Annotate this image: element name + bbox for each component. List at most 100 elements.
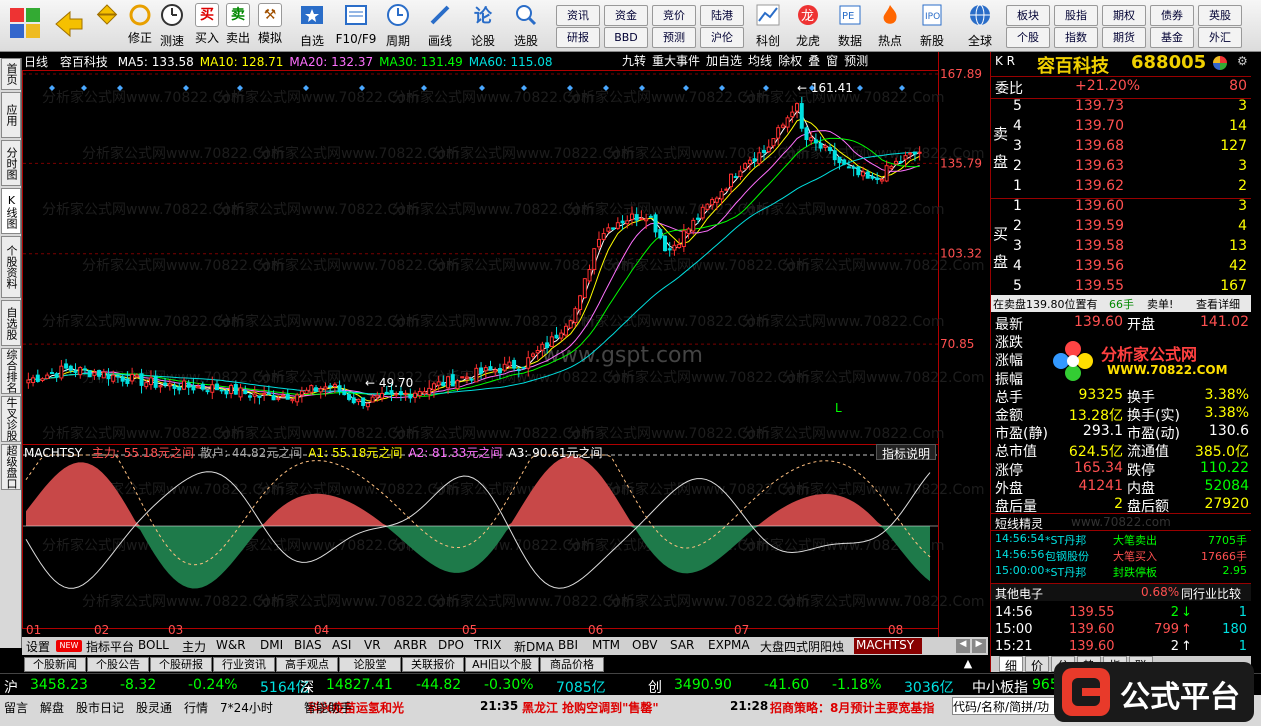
short-line-item[interactable]: 15:00:00 *ST丹邦 封跌停板 2.95 [991, 564, 1251, 580]
status-item-5[interactable]: 7*24小时 [220, 699, 273, 716]
status-item-1[interactable]: 解盘 [40, 699, 64, 716]
small-btn-4[interactable]: 研报 [556, 27, 600, 48]
short-line-item[interactable]: 14:56:56 包钢股份 大笔买入 17666手 [991, 548, 1251, 564]
expand-up-icon[interactable]: ▲ [960, 657, 976, 672]
news-tab-2[interactable]: 个股研报 [150, 657, 212, 672]
status-item-3[interactable]: 股灵通 [136, 699, 172, 716]
discuss-button[interactable]: 论 论股 [466, 3, 500, 49]
news-ticker-3[interactable]: 招商策略：8月预计主要宽基指 [770, 699, 950, 716]
indicator-tab-11[interactable]: TRIX [472, 638, 512, 654]
indicator-tab-16[interactable]: SAR [668, 638, 706, 654]
news-tab-6[interactable]: 关联报价 [402, 657, 464, 672]
indicator-tab-4[interactable]: W&R [214, 638, 258, 654]
quote-tab-1[interactable]: 价 [1025, 656, 1049, 673]
ipo-button[interactable]: IPO 新股 [914, 3, 950, 49]
watchlist-button[interactable]: 自选 [296, 3, 328, 49]
star-market-button[interactable]: 科创 [750, 3, 786, 49]
small-btn2-3[interactable]: 债券 [1150, 5, 1194, 26]
chart-tool-1[interactable]: 重大事件 [652, 54, 700, 68]
indicator-tab-7[interactable]: ASI [330, 638, 362, 654]
status-item-2[interactable]: 股市日记 [76, 699, 124, 716]
side-tab-3[interactable]: K线图 [1, 188, 21, 234]
data-button[interactable]: PE 数据 [832, 3, 868, 49]
indicator-tab-10[interactable]: DPO [436, 638, 472, 654]
buy-button[interactable]: 买 买入 [193, 3, 221, 49]
chart-tool-4[interactable]: 除权 [778, 54, 802, 68]
side-tab-2[interactable]: 分时图 [1, 140, 21, 186]
indicator-tab-18[interactable]: 大盘四式阴阳烛 [758, 638, 854, 654]
indicator-tab-8[interactable]: VR [362, 638, 392, 654]
small-btn-3[interactable]: 陆港 [700, 5, 744, 26]
side-tab-4[interactable]: 个股资料 [1, 236, 21, 298]
scroll-right-icon[interactable]: ▶ [972, 639, 986, 653]
period-label[interactable]: 日线 [24, 55, 48, 69]
chart-tool-3[interactable]: 均线 [748, 54, 772, 68]
pie-icon[interactable] [1213, 56, 1227, 70]
back-arrow-icon[interactable] [54, 8, 84, 40]
status-item-4[interactable]: 行情 [184, 699, 208, 716]
indicator-tab-15[interactable]: OBV [630, 638, 668, 654]
side-tab-0[interactable]: 首页 [1, 58, 21, 90]
side-tab-1[interactable]: 应用 [1, 92, 21, 138]
indicator-tab-0[interactable]: 设置 [24, 638, 56, 654]
small-btn2-5[interactable]: 个股 [1006, 27, 1050, 48]
small-btn-5[interactable]: BBD [604, 27, 648, 48]
news-ticker-2[interactable]: 黑龙江 抢购空调到"售罄" [522, 699, 659, 716]
scroll-left-icon[interactable]: ◀ [956, 639, 970, 653]
small-btn2-7[interactable]: 期货 [1102, 27, 1146, 48]
small-btn2-4[interactable]: 英股 [1198, 5, 1242, 26]
side-tab-5[interactable]: 自选股 [1, 300, 21, 346]
small-btn-7[interactable]: 沪伦 [700, 27, 744, 48]
chart-tool-6[interactable]: 窗 [826, 54, 838, 68]
chart-tool-0[interactable]: 九转 [622, 54, 646, 68]
simulate-button[interactable]: ⚒ 模拟 [255, 3, 285, 49]
more-icon[interactable]: ⚙ [1237, 54, 1248, 68]
indicator-tab-13[interactable]: BBI [556, 638, 590, 654]
indicator-tab-14[interactable]: MTM [590, 638, 630, 654]
small-btn2-2[interactable]: 期权 [1102, 5, 1146, 26]
indicator-tab-2[interactable]: BOLL [136, 638, 180, 654]
indicator-tab-9[interactable]: ARBR [392, 638, 436, 654]
indicator-tab-12[interactable]: 新DMA [512, 638, 556, 654]
indicator-tab-3[interactable]: 主力 [180, 638, 214, 654]
news-tab-0[interactable]: 个股新闻 [24, 657, 86, 672]
stock-picker-button[interactable]: 选股 [506, 3, 546, 49]
chart-tool-7[interactable]: 预测 [844, 54, 868, 68]
short-line-item[interactable]: 14:56:54 *ST丹邦 大笔卖出 7705手 [991, 532, 1251, 548]
code-search-input[interactable]: 代码/名称/简拼/功 [952, 697, 1062, 715]
side-tab-6[interactable]: 综合排名 [1, 348, 21, 394]
small-btn2-1[interactable]: 股指 [1054, 5, 1098, 26]
small-btn2-8[interactable]: 基金 [1150, 27, 1194, 48]
correct-button[interactable]: 修正 [124, 3, 156, 49]
period-button[interactable]: 周期 [380, 3, 416, 49]
small-btn2-0[interactable]: 板块 [1006, 5, 1050, 26]
small-btn-1[interactable]: 资金 [604, 5, 648, 26]
status-item-6[interactable]: 智能助手 [304, 699, 352, 716]
global-button[interactable]: 全球 [960, 3, 1000, 49]
news-tab-8[interactable]: 商品价格 [540, 657, 604, 672]
small-btn2-9[interactable]: 外汇 [1198, 27, 1242, 48]
f10-button[interactable]: F10/F9 [334, 3, 378, 49]
speed-test-button[interactable]: 测速 [156, 3, 188, 49]
sell-button[interactable]: 卖 卖出 [224, 3, 252, 49]
news-tab-5[interactable]: 论股堂 [339, 657, 401, 672]
indicator-tab-6[interactable]: BIAS [292, 638, 330, 654]
dragon-tiger-button[interactable]: 龙 龙虎 [790, 3, 826, 49]
draw-line-button[interactable]: 画线 [422, 3, 458, 49]
indicator-tab-19[interactable]: MACHTSY [854, 638, 922, 654]
small-btn-0[interactable]: 资讯 [556, 5, 600, 26]
app-logo-icon[interactable] [8, 6, 42, 40]
indicator-tab-17[interactable]: EXPMA [706, 638, 758, 654]
news-tab-4[interactable]: 高手观点 [276, 657, 338, 672]
indicator-tab-5[interactable]: DMI [258, 638, 292, 654]
chart-tool-2[interactable]: 加自选 [706, 54, 742, 68]
news-tab-3[interactable]: 行业资讯 [213, 657, 275, 672]
news-tab-1[interactable]: 个股公告 [87, 657, 149, 672]
chart-tool-5[interactable]: 叠 [808, 54, 820, 68]
side-tab-8[interactable]: 超级盘口 [1, 444, 21, 490]
news-tab-7[interactable]: AH旧以个股 [465, 657, 539, 672]
side-tab-7[interactable]: 牛叉诊股 [1, 396, 21, 442]
hot-button[interactable]: 热点 [872, 3, 908, 49]
quote-tab-0[interactable]: 细 [999, 656, 1023, 673]
sector-row[interactable]: 其他电子 0.68% 同行业比较 [991, 583, 1251, 601]
